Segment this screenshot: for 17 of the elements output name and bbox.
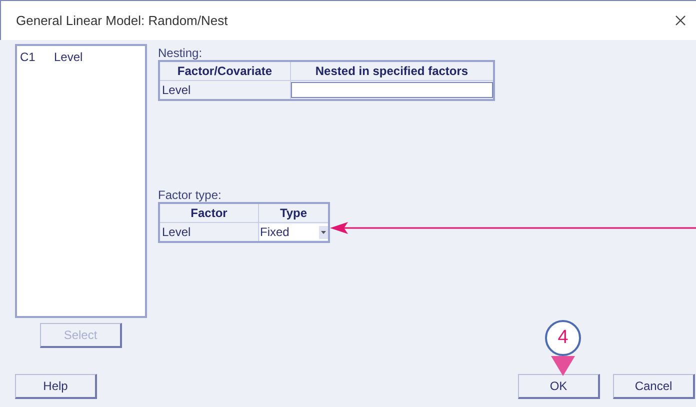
dialog-button[interactable]: Cancel (613, 374, 695, 399)
type-dropdown[interactable]: Fixed (260, 224, 328, 240)
dialog-button[interactable]: OK (518, 374, 600, 399)
factor-type-label: Factor type: (158, 188, 222, 202)
caret-icon (321, 230, 326, 234)
pointer-icon (551, 356, 575, 376)
nesting-label: Nesting: (158, 46, 204, 60)
variable-name: Level (54, 49, 83, 66)
step-number: 4 (545, 320, 581, 356)
nested-factors-field[interactable] (290, 82, 493, 98)
column-header: Factor (159, 203, 258, 222)
dialog-button[interactable]: Help (15, 374, 97, 399)
window-title: General Linear Model: Random/Nest (16, 12, 228, 30)
column-id: C1 (20, 49, 36, 66)
variable-list[interactable]: C1 Level (15, 44, 147, 318)
column-header: Factor/Covariate (159, 61, 290, 80)
close-icon[interactable] (675, 15, 686, 26)
